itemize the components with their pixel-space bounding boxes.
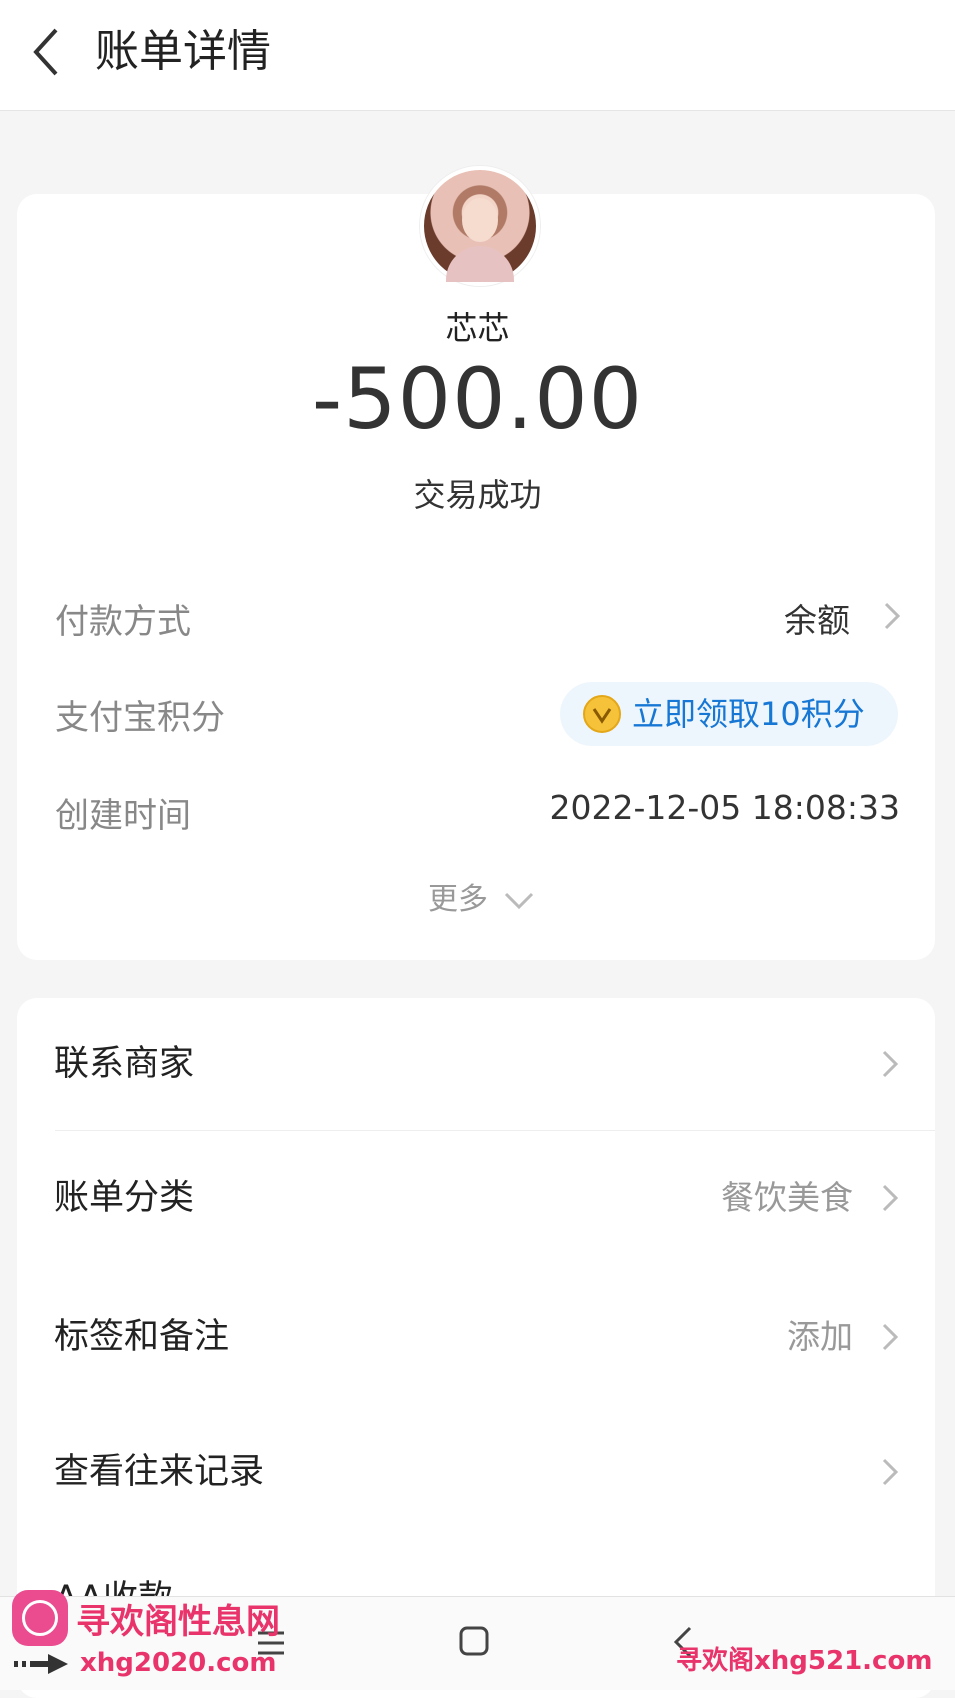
nav-home-icon[interactable] [458,1625,490,1657]
chevron-right-icon [882,1184,899,1212]
claim-points-label: 立即领取10积分 [632,695,865,733]
chevron-right-icon [882,1050,899,1078]
tags-notes-value: 添加 [787,1317,853,1356]
claim-points-button[interactable]: 立即领取10积分 [560,682,898,746]
list-item-label: 标签和备注 [54,1317,230,1357]
list-item-label: 查看往来记录 [54,1452,265,1492]
avatar-body [446,246,514,282]
watermark-title: 寻欢阁性息网 [76,1602,280,1642]
page-title: 账单详情 [95,26,271,77]
created-time-value: 2022-12-05 18:08:33 [549,788,900,827]
payment-method-value[interactable]: 余额 [784,594,850,642]
arrow-right-icon [14,1654,68,1674]
more-label: 更多 [428,882,488,917]
amount: -500.00 [311,350,644,448]
tags-notes-item[interactable]: 标签和备注 添加 [17,1277,935,1397]
list-item-label: 联系商家 [54,1044,195,1084]
watermark-left: 寻欢阁性息网 xhg2020.com [10,1590,290,1686]
avatar[interactable] [420,166,540,286]
back-arrow-icon [33,28,58,76]
more-button[interactable]: 更多 [428,878,538,922]
watermark-logo [12,1590,68,1646]
chevron-down-icon [504,892,534,910]
list-item-label: 账单分类 [54,1178,195,1218]
view-history-item[interactable]: 查看往来记录 [17,1412,935,1532]
contact-merchant-item[interactable]: 联系商家 [17,1004,935,1124]
watermark-url: xhg2020.com [80,1648,277,1678]
bill-category-value: 餐饮美食 [721,1178,853,1217]
chevron-right-icon [884,602,901,630]
avatar-face [462,198,498,242]
watermark-right: 寻欢阁xhg521.com [676,1646,933,1676]
transaction-status: 交易成功 [413,476,542,514]
chevron-right-icon [882,1458,899,1486]
points-label: 支付宝积分 [55,698,225,738]
bill-category-item[interactable]: 账单分类 餐饮美食 [17,1138,935,1258]
divider [55,1130,935,1131]
payment-method-label: 付款方式 [55,602,191,642]
top-app-bar: 账单详情 [0,0,955,111]
chevron-right-icon [882,1323,899,1351]
points-coin-icon [583,695,621,733]
created-time-label: 创建时间 [55,796,191,836]
back-button[interactable] [20,22,80,82]
watermark-logo-ring [22,1600,58,1636]
merchant-name: 芯芯 [445,309,510,347]
